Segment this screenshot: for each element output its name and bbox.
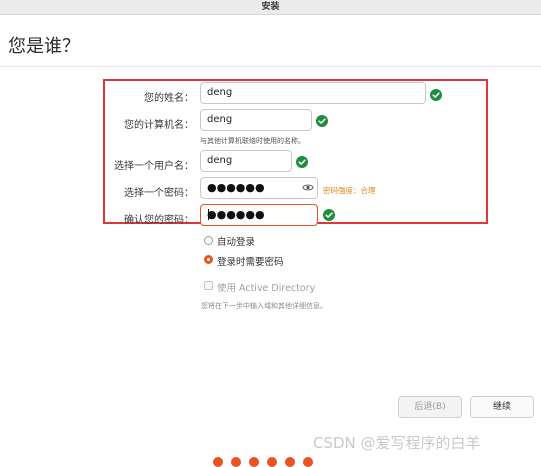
- password-strength: 密码强度：合理: [323, 186, 376, 195]
- eye-icon[interactable]: [302, 183, 314, 192]
- computer-name-label: 您的计算机名：: [124, 120, 194, 131]
- watermark: CSDN @爱写程序的白羊: [313, 434, 481, 452]
- confirm-password-label: 确认您的密码：: [124, 215, 194, 226]
- require-password-radio[interactable]: [204, 255, 213, 264]
- window-title: 安装: [261, 2, 280, 12]
- password-input[interactable]: ●●●●●●: [200, 177, 318, 199]
- page-title: 您是谁？: [8, 36, 80, 57]
- computer-name-input[interactable]: deng: [200, 109, 312, 131]
- username-input[interactable]: deng: [200, 150, 292, 172]
- auto-login-radio[interactable]: [204, 236, 213, 245]
- check-circle-icon: [430, 89, 442, 101]
- confirm-password-input[interactable]: ●●●●●●: [200, 204, 318, 226]
- auto-login-label[interactable]: 自动登录: [217, 234, 255, 248]
- name-label: 您的姓名：: [144, 93, 194, 104]
- require-password-label[interactable]: 登录时需要密码: [217, 254, 284, 268]
- check-circle-icon: [296, 156, 308, 168]
- username-value: deng: [207, 155, 233, 166]
- name-input[interactable]: deng: [200, 82, 426, 104]
- progress-dot: [213, 457, 223, 467]
- name-value: deng: [207, 87, 233, 98]
- username-label: 选择一个用户名：: [114, 161, 194, 172]
- progress-dot: [231, 457, 241, 467]
- progress-dot: [303, 457, 313, 467]
- password-label: 选择一个密码：: [124, 188, 194, 199]
- computer-name-value: deng: [207, 114, 233, 125]
- progress-dot: [249, 457, 259, 467]
- active-directory-label[interactable]: 使用 Active Directory: [217, 280, 315, 294]
- window-titlebar: 安装: [0, 0, 541, 15]
- active-directory-checkbox[interactable]: [204, 281, 213, 290]
- confirm-password-value: ●●●●●●: [207, 208, 265, 221]
- check-circle-icon: [316, 115, 328, 127]
- check-circle-icon: [323, 209, 335, 221]
- header-divider: [0, 66, 541, 67]
- active-directory-note: 您将在下一步中输入域和其他详细信息。: [201, 302, 327, 310]
- password-value: ●●●●●●: [207, 181, 265, 194]
- back-button[interactable]: 后退(B): [398, 396, 462, 418]
- progress-dot: [267, 457, 277, 467]
- continue-button[interactable]: 继续: [470, 396, 534, 418]
- computer-name-hint: 与其他计算机联络时使用的名称。: [200, 137, 305, 145]
- progress-dot: [285, 457, 295, 467]
